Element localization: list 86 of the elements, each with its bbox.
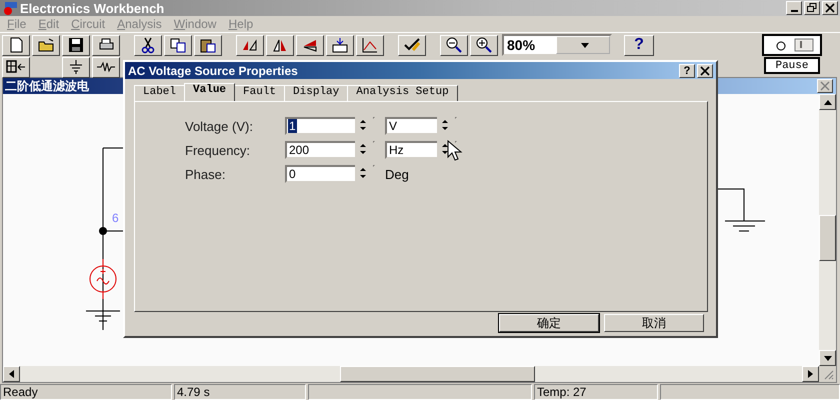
- node-label: 6: [112, 211, 119, 225]
- ground-button[interactable]: [62, 56, 90, 78]
- flip-horizontal-button[interactable]: [266, 34, 294, 56]
- zoom-in-button[interactable]: [470, 34, 498, 56]
- vertical-scrollbar[interactable]: [819, 94, 836, 366]
- close-icon: [700, 66, 710, 76]
- wire: [716, 188, 744, 222]
- restore-icon: [807, 3, 817, 13]
- ground-symbol: [724, 220, 766, 232]
- tab[interactable]: Display: [284, 85, 348, 101]
- cancel-button[interactable]: 取消: [604, 314, 704, 332]
- dropdown-arrow-icon: [580, 42, 588, 48]
- junction-dot: [99, 227, 107, 235]
- status-text: Temp: 27: [534, 384, 658, 400]
- scroll-down-icon: [824, 356, 832, 360]
- resistor-button[interactable]: [92, 56, 120, 78]
- zoom-out-icon: [445, 36, 463, 54]
- scrollbar-thumb[interactable]: [819, 215, 836, 261]
- open-folder-icon: [37, 36, 55, 54]
- copy-button[interactable]: [164, 34, 192, 56]
- printer-button[interactable]: [92, 34, 120, 56]
- zoom-out-button[interactable]: [440, 34, 468, 56]
- status-text: 4.79 s: [174, 384, 306, 400]
- tab[interactable]: Label: [134, 85, 186, 101]
- check-pencil-button[interactable]: [398, 34, 426, 56]
- scrollbar-thumb[interactable]: [340, 366, 535, 382]
- new-file-button[interactable]: [2, 34, 30, 56]
- tab[interactable]: Analysis Setup: [347, 85, 458, 101]
- parts-bin-icon: [6, 59, 26, 75]
- resistor-icon: [96, 59, 116, 75]
- number-field[interactable]: 0: [285, 165, 375, 183]
- minimize-icon: [790, 10, 798, 12]
- rotate-button[interactable]: [236, 34, 264, 56]
- power-switch[interactable]: [762, 34, 822, 56]
- tab[interactable]: Value: [184, 83, 236, 101]
- parts-bin-button[interactable]: [2, 56, 30, 78]
- number-field[interactable]: 1: [285, 117, 375, 135]
- minimize-button[interactable]: [786, 1, 802, 15]
- zoom-in-icon: [475, 36, 493, 54]
- help-button[interactable]: ?: [624, 34, 654, 56]
- field-label: Frequency:: [185, 142, 252, 158]
- status-text: Ready: [0, 384, 172, 400]
- unit-field[interactable]: Hz: [385, 141, 457, 159]
- field-label: Phase:: [185, 166, 226, 182]
- mouse-cursor-icon: [447, 140, 463, 162]
- paste-button[interactable]: [194, 34, 222, 56]
- ok-button[interactable]: 确定: [499, 314, 599, 332]
- help-button[interactable]: ?: [679, 64, 695, 78]
- graph-icon: [361, 36, 379, 54]
- close-button[interactable]: [822, 1, 838, 15]
- scissors-button[interactable]: [134, 34, 162, 56]
- graph-button[interactable]: [356, 34, 384, 56]
- ground-symbol-icon: [67, 59, 85, 75]
- scroll-left-icon: [9, 370, 14, 378]
- close-button[interactable]: [697, 64, 713, 78]
- dialog-title: AC Voltage Source Properties: [128, 64, 299, 78]
- scissors-icon: [139, 36, 157, 54]
- close-icon: [820, 81, 830, 91]
- save-button[interactable]: [62, 34, 90, 56]
- scroll-down-button[interactable]: [819, 350, 836, 366]
- scroll-right-icon: [808, 370, 813, 378]
- pause-button[interactable]: Pause: [764, 57, 820, 74]
- field-label: Voltage (V):: [185, 118, 254, 134]
- scroll-up-button[interactable]: [819, 94, 836, 110]
- horizontal-scrollbar[interactable]: [3, 366, 836, 382]
- scroll-left-button[interactable]: [3, 366, 20, 382]
- flip-vertical-button[interactable]: [296, 34, 324, 56]
- unit-field[interactable]: V: [385, 117, 457, 135]
- scroll-up-icon: [824, 100, 832, 104]
- open-folder-button[interactable]: [32, 34, 60, 56]
- window-title: Electronics Workbench: [20, 0, 166, 16]
- number-field[interactable]: 200: [285, 141, 375, 159]
- save-icon: [67, 36, 85, 54]
- copy-icon: [169, 36, 187, 54]
- window-title: 二阶低通滤波电: [5, 78, 89, 94]
- zoom-dropdown[interactable]: 80%: [502, 34, 612, 56]
- app-logo-icon: [2, 1, 18, 15]
- scroll-right-button[interactable]: [802, 366, 819, 382]
- ground-symbol: [86, 298, 120, 322]
- close-button[interactable]: [817, 79, 833, 93]
- close-icon: [825, 3, 835, 13]
- restore-button[interactable]: [804, 1, 820, 15]
- check-pencil-icon: [403, 36, 421, 54]
- component-button[interactable]: [326, 34, 354, 56]
- ac-source-symbol: [90, 258, 116, 300]
- unit-label: Deg: [385, 166, 409, 182]
